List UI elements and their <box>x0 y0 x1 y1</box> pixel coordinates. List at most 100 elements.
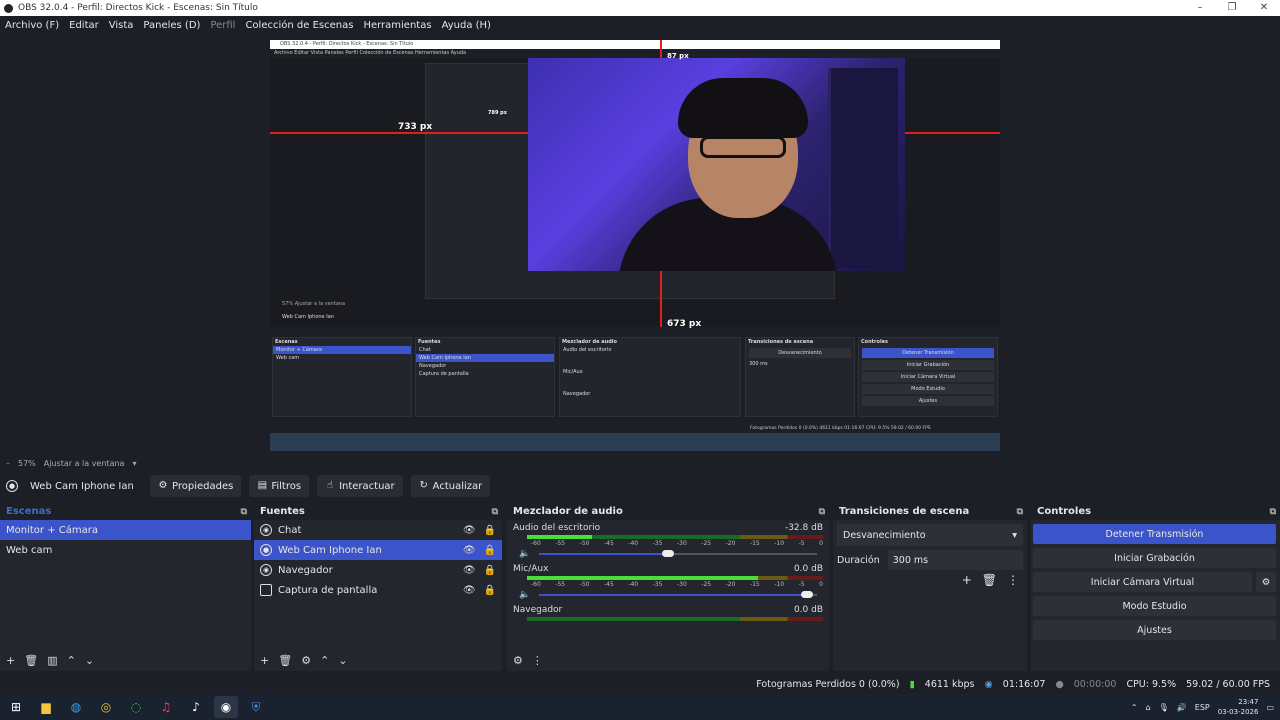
meter-tick-label: -20 <box>725 540 736 547</box>
minimize-button[interactable]: – <box>1184 0 1216 16</box>
menu-herramientas[interactable]: Herramientas <box>363 20 431 31</box>
edge-icon[interactable]: ◍ <box>64 696 88 718</box>
menu-perfil[interactable]: Perfil <box>210 20 235 31</box>
maximize-button[interactable]: ❐ <box>1216 0 1248 16</box>
zoom-minus-icon[interactable]: – <box>6 459 10 468</box>
close-button[interactable]: ✕ <box>1248 0 1280 16</box>
record-time: 00:00:00 <box>1073 678 1117 690</box>
nested-mixer-channel: Navegador <box>563 391 591 397</box>
chevron-down-icon[interactable]: ⌄ <box>338 654 347 667</box>
float-icon[interactable]: ⧉ <box>492 507 498 517</box>
nested-source-item: Chat <box>419 347 431 353</box>
float-icon[interactable]: ⧉ <box>1017 507 1023 517</box>
sources-footer: + 🗑 ⚙ ⌃ ⌄ <box>254 651 348 669</box>
studio-mode-button[interactable]: Modo Estudio <box>1033 596 1276 616</box>
clock[interactable]: 23:47 03-03-2026 <box>1218 697 1259 717</box>
source-item[interactable]: ◉ Chat 👁 🔒 <box>254 520 502 540</box>
preview-canvas[interactable]: OBS 32.0.4 - Perfil: Directos Kick - Esc… <box>270 40 1000 451</box>
duration-input[interactable]: 300 ms <box>887 550 1023 570</box>
nested-scene-item: Monitor + Cámara <box>273 346 411 354</box>
gear-icon[interactable]: ⚙ <box>301 654 311 667</box>
more-icon[interactable]: ⋮ <box>532 654 543 667</box>
float-icon[interactable]: ⧉ <box>241 507 247 517</box>
source-item[interactable]: ● Web Cam Iphone Ian 👁 🔒 <box>254 540 502 560</box>
add-icon[interactable]: + <box>6 654 15 667</box>
chevron-up-icon[interactable]: ⌃ <box>67 654 76 667</box>
speaker-icon[interactable]: 🔈 <box>519 549 530 559</box>
shield-icon[interactable]: ⛨ <box>244 696 268 718</box>
whatsapp-icon[interactable]: ◌ <box>124 696 148 718</box>
float-icon[interactable]: ⧉ <box>1270 507 1276 517</box>
menu-paneles[interactable]: Paneles (D) <box>143 20 200 31</box>
add-icon[interactable]: + <box>260 654 269 667</box>
settings-button[interactable]: Ajustes <box>1033 620 1276 640</box>
meter-tick-label: -15 <box>749 581 760 588</box>
meter-tick-label: -35 <box>652 581 663 588</box>
virtual-cam-settings-icon[interactable]: ⚙ <box>1256 572 1276 592</box>
eye-icon[interactable]: 👁 <box>463 565 476 576</box>
eye-icon[interactable]: 👁 <box>463 525 476 536</box>
channel-db: 0.0 dB <box>793 605 823 615</box>
lock-icon[interactable]: 🔒 <box>484 565 496 576</box>
notifications-icon[interactable]: ▭ <box>1266 703 1274 712</box>
transition-select[interactable]: Desvanecimiento ▾ <box>837 524 1023 546</box>
mic-icon[interactable]: 🎙 <box>1159 703 1169 712</box>
eye-icon[interactable]: 👁 <box>463 545 476 556</box>
trash-icon[interactable]: 🗑 <box>24 654 38 667</box>
menu-editar[interactable]: Editar <box>69 20 99 31</box>
meter-tick-label: -25 <box>701 581 712 588</box>
stop-stream-button[interactable]: Detener Transmisión <box>1033 524 1276 544</box>
file-explorer-icon[interactable]: ▆ <box>34 696 58 718</box>
obs-icon[interactable]: ◉ <box>214 696 238 718</box>
windows-start-icon[interactable]: ⊞ <box>4 696 28 718</box>
chevron-up-icon[interactable]: ⌃ <box>1131 703 1138 712</box>
lock-icon[interactable]: 🔒 <box>484 525 496 536</box>
interact-button[interactable]: ☝ Interactuar <box>317 475 403 497</box>
slider-knob[interactable] <box>801 591 813 598</box>
source-item[interactable]: Captura de pantalla 👁 🔒 <box>254 580 502 600</box>
mixer-dock: Mezclador de audio ⧉ Audio del escritori… <box>507 503 829 671</box>
volume-slider[interactable]: 🔈 <box>519 547 823 561</box>
scene-item[interactable]: Monitor + Cámara <box>0 520 251 540</box>
slider-knob[interactable] <box>662 550 675 557</box>
meter-tick-label: -15 <box>749 540 760 547</box>
properties-button[interactable]: ⚙ Propiedades <box>150 475 242 497</box>
volume-icon[interactable]: 🔊 <box>1177 703 1187 712</box>
duration-row: Duración 300 ms <box>837 550 1023 570</box>
float-icon[interactable]: ⧉ <box>819 507 825 517</box>
music-icon[interactable]: ♫ <box>154 696 178 718</box>
scene-item[interactable]: Web cam <box>0 540 251 560</box>
chevron-up-icon[interactable]: ⌃ <box>320 654 329 667</box>
chevron-down-icon[interactable]: ⌄ <box>85 654 94 667</box>
nested-mixer-header: Mezclador de audio <box>562 339 617 345</box>
filter-icon[interactable]: ▥ <box>47 654 57 667</box>
menu-coleccion-escenas[interactable]: Colección de Escenas <box>245 20 353 31</box>
lock-icon[interactable]: 🔒 <box>484 545 496 556</box>
settings-icon[interactable]: ⚙ <box>513 654 523 667</box>
volume-slider[interactable]: 🔈 <box>519 588 823 602</box>
trash-icon[interactable]: 🗑 <box>982 573 997 587</box>
network-icon[interactable]: ⌂ <box>1146 703 1151 712</box>
chevron-down-icon[interactable]: ▾ <box>132 459 136 468</box>
trash-icon[interactable]: 🗑 <box>278 654 292 667</box>
menu-vista[interactable]: Vista <box>109 20 134 31</box>
speaker-icon[interactable]: 🔈 <box>519 590 530 600</box>
chrome-icon[interactable]: ◎ <box>94 696 118 718</box>
more-icon[interactable]: ⋮ <box>1007 573 1019 587</box>
cpu-usage: CPU: 9.5% <box>1126 678 1177 690</box>
interact-label: Interactuar <box>339 480 395 492</box>
add-icon[interactable]: + <box>962 573 972 587</box>
webcam-source[interactable] <box>528 58 905 271</box>
lock-icon[interactable]: 🔒 <box>484 585 496 596</box>
menu-archivo[interactable]: Archivo (F) <box>5 20 59 31</box>
eye-icon[interactable]: 👁 <box>463 585 476 596</box>
zoom-fit[interactable]: Ajustar a la ventana <box>44 459 125 468</box>
refresh-button[interactable]: ↻ Actualizar <box>410 475 491 497</box>
source-item[interactable]: ◉ Navegador 👁 🔒 <box>254 560 502 580</box>
start-recording-button[interactable]: Iniciar Grabación <box>1033 548 1276 568</box>
menu-ayuda[interactable]: Ayuda (H) <box>442 20 491 31</box>
filters-button[interactable]: ▤ Filtros <box>249 475 310 497</box>
language-indicator[interactable]: ESP <box>1195 703 1210 712</box>
tiktok-icon[interactable]: ♪ <box>184 696 208 718</box>
start-virtual-cam-button[interactable]: Iniciar Cámara Virtual <box>1033 572 1252 592</box>
